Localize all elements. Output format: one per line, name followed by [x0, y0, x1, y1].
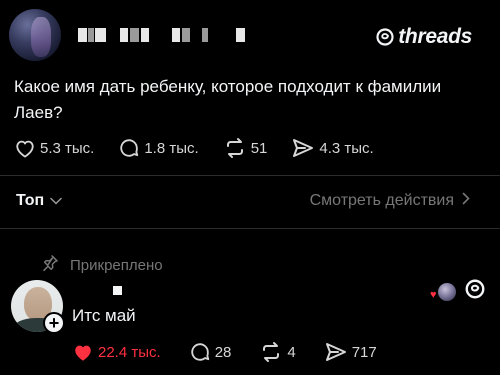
send-icon [291, 137, 315, 159]
reply-username-redacted[interactable] [113, 286, 122, 295]
reply-share-button[interactable]: 717 [324, 341, 377, 363]
post-text: Какое имя дать ребенку, которое подходит… [14, 77, 442, 122]
repost-count: 51 [250, 139, 268, 157]
reply-count: 1.8 тыс. [144, 139, 199, 157]
reply-repost-button[interactable]: 4 [259, 341, 296, 363]
reply-reply-count: 28 [214, 343, 232, 361]
threads-logo-icon [375, 27, 395, 47]
heart-icon [14, 138, 36, 158]
divider [0, 228, 500, 229]
divider [0, 175, 500, 176]
reply-repost-count: 4 [287, 343, 296, 361]
author-liked-indicator: ♥ [430, 282, 456, 301]
comment-icon [118, 137, 140, 159]
reply-like-button[interactable]: 22.4 тыс. [72, 342, 161, 362]
sort-dropdown[interactable]: Топ [16, 192, 62, 210]
threads-brand: threads [375, 25, 472, 49]
like-count: 5.3 тыс. [40, 139, 95, 157]
reply-corner: ♥ [430, 278, 486, 305]
post-action-bar: 5.3 тыс. 1.8 тыс. 51 4.3 тыс. [14, 136, 398, 160]
reply-action-bar: 22.4 тыс. 28 4 717 [72, 341, 405, 363]
repost-icon [223, 137, 247, 159]
heart-filled-icon: ♥ [430, 288, 437, 301]
reply-share-count: 717 [351, 343, 377, 361]
repost-button[interactable]: 51 [223, 137, 268, 159]
follow-plus-icon[interactable]: + [43, 312, 65, 334]
view-activity-link[interactable]: Смотреть действия [310, 192, 470, 210]
send-icon [324, 341, 348, 363]
reply-reply-button[interactable]: 28 [189, 341, 232, 363]
reply-text: Итс май [72, 306, 136, 325]
pin-icon [40, 253, 60, 277]
author-mini-avatar [438, 282, 456, 301]
threads-logo-icon [464, 278, 486, 305]
brand-label: threads [398, 25, 472, 48]
chevron-right-icon [462, 192, 470, 210]
author-username-redacted[interactable] [78, 28, 248, 42]
reply-button[interactable]: 1.8 тыс. [118, 137, 199, 159]
heart-filled-icon [72, 342, 94, 362]
share-button[interactable]: 4.3 тыс. [291, 137, 374, 159]
repost-icon [259, 341, 283, 363]
pinned-indicator: Прикреплено [40, 253, 163, 277]
comment-icon [189, 341, 211, 363]
reply-like-count: 22.4 тыс. [98, 343, 161, 361]
chevron-down-icon [50, 192, 62, 210]
like-button[interactable]: 5.3 тыс. [14, 138, 94, 158]
pinned-label: Прикреплено [70, 256, 163, 274]
share-count: 4.3 тыс. [319, 139, 374, 157]
author-avatar[interactable] [9, 9, 61, 61]
threads-post-screen: threads Какое имя дать ребенку, которое … [0, 0, 500, 375]
sort-label: Топ [16, 192, 45, 209]
view-activity-label: Смотреть действия [309, 192, 454, 209]
